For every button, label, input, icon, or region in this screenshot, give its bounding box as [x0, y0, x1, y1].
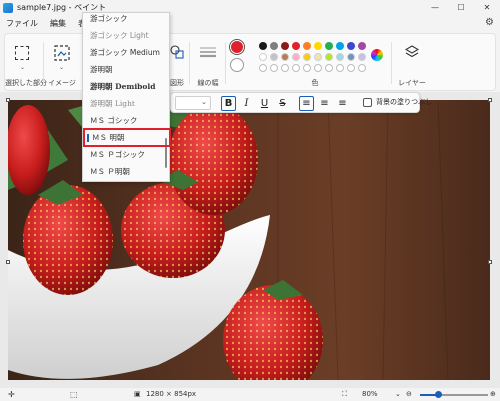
custom-color-slot[interactable] [325, 64, 333, 72]
paint-app-icon [3, 2, 13, 13]
status-bar: ✛ ⬚ ▣ 1280 × 854px ⛶ 80% ⌄ ⊖ ⊕ [0, 388, 500, 401]
colors-group: 色 [227, 34, 387, 92]
layers-group[interactable]: レイヤー [397, 34, 427, 92]
layers-icon [405, 45, 419, 58]
primary-color-swatch[interactable] [230, 40, 244, 54]
selection-size-icon: ⬚ [70, 390, 78, 399]
secondary-color-swatch[interactable] [230, 58, 244, 72]
underline-button[interactable]: U [257, 96, 272, 111]
bold-button[interactable]: B [221, 96, 236, 111]
chevron-down-icon: ⌄ [59, 64, 65, 71]
color-swatch[interactable] [336, 53, 344, 61]
color-swatch[interactable] [314, 53, 322, 61]
resize-handle[interactable] [6, 260, 10, 264]
resize-handle[interactable] [488, 98, 492, 102]
chevron-down-icon: ⌄ [20, 64, 26, 71]
gear-icon[interactable]: ⚙ [485, 17, 494, 28]
custom-color-slot[interactable] [303, 64, 311, 72]
resize-handle[interactable] [488, 260, 492, 264]
color-swatch[interactable] [292, 42, 300, 50]
font-option[interactable]: ＭＳ Ｐ明朝 [83, 162, 171, 181]
window-controls: — ☐ ✕ [422, 0, 500, 15]
image-group[interactable]: ⌄ イメージ [47, 34, 77, 92]
custom-color-slot[interactable] [281, 64, 289, 72]
image-size-icon: ▣ [134, 390, 141, 398]
color-swatch[interactable] [358, 42, 366, 50]
color-swatch[interactable] [303, 53, 311, 61]
zoom-out-icon[interactable]: ⊖ [406, 390, 412, 398]
chevron-down-icon: ⌄ [201, 98, 207, 106]
zoom-level[interactable]: 80% [362, 390, 378, 398]
zoom-slider-thumb[interactable] [435, 391, 443, 398]
zoom-in-icon[interactable]: ⊕ [490, 390, 496, 398]
color-swatch[interactable] [281, 53, 289, 61]
color-swatch[interactable] [347, 53, 355, 61]
color-swatch[interactable] [303, 42, 311, 50]
layers-label: レイヤー [398, 79, 426, 87]
custom-color-slot[interactable] [292, 64, 300, 72]
menu-file[interactable]: ファイル [0, 18, 44, 29]
image-label: イメージ [48, 79, 76, 87]
title-bar: sample7.jpg - ペイント — ☐ ✕ [0, 0, 500, 15]
custom-color-slot[interactable] [314, 64, 322, 72]
color-swatch[interactable] [292, 53, 300, 61]
size-group[interactable]: 線の幅 [193, 34, 223, 92]
strikethrough-button[interactable]: S [275, 96, 290, 111]
rectangle-select-icon [15, 46, 29, 60]
color-swatch[interactable] [270, 42, 278, 50]
fit-to-window-icon[interactable]: ⛶ [342, 390, 347, 399]
color-swatch[interactable] [325, 53, 333, 61]
shapes-icon [170, 45, 184, 59]
strawberries-image [8, 100, 449, 380]
color-swatch[interactable] [358, 53, 366, 61]
align-center-button[interactable]: ≡ [317, 96, 332, 111]
custom-color-slot[interactable] [358, 64, 366, 72]
resize-handle[interactable] [6, 98, 10, 102]
menu-edit[interactable]: 編集 [44, 18, 72, 29]
fill-background-checkbox[interactable] [363, 98, 372, 107]
font-size-select[interactable]: ⌄ [175, 96, 211, 110]
image-icon [54, 45, 70, 61]
fill-background-label: 背景の塗りつぶし [376, 98, 433, 106]
chevron-down-icon[interactable]: ⌄ [395, 390, 401, 398]
colors-label: 色 [311, 79, 319, 87]
maximize-button[interactable]: ☐ [448, 0, 474, 15]
custom-color-slot[interactable] [347, 64, 355, 72]
image-dimensions: 1280 × 854px [146, 390, 197, 398]
color-swatch[interactable] [347, 42, 355, 50]
custom-color-slot[interactable] [270, 64, 278, 72]
color-swatch[interactable] [259, 42, 267, 50]
custom-color-slot[interactable] [259, 64, 267, 72]
canvas-area[interactable] [0, 92, 500, 388]
color-swatch[interactable] [270, 53, 278, 61]
zoom-slider[interactable] [420, 391, 488, 398]
selection-group[interactable]: ⌄ 選択した部分 [5, 34, 47, 92]
align-left-button[interactable]: ≡ [299, 96, 314, 111]
italic-button[interactable]: I [239, 96, 254, 111]
menu-bar: ファイル 編集 表示 ⚙ [0, 15, 500, 31]
color-swatch[interactable] [314, 42, 322, 50]
custom-color-slot[interactable] [336, 64, 344, 72]
color-swatch[interactable] [336, 42, 344, 50]
minimize-button[interactable]: — [422, 0, 448, 15]
line-width-icon [200, 47, 216, 58]
strawberry-photo[interactable] [8, 100, 490, 380]
ribbon-toolbar: ⌄ 選択した部分 ⌄ イメージ 図形 線の幅 色 レイヤー [4, 33, 496, 91]
edit-colors-icon[interactable] [371, 49, 383, 61]
color-swatch[interactable] [325, 42, 333, 50]
color-swatch[interactable] [259, 53, 267, 61]
close-button[interactable]: ✕ [474, 0, 500, 15]
font-family-dropdown[interactable]: 游ゴシック 游ゴシック Light 游ゴシック Medium 游明朝 游明朝 Demib… [82, 12, 171, 182]
text-format-toolbar: ⌄ B I U S ≡ ≡ ≡ 背景の塗りつぶし [170, 92, 432, 113]
align-right-button[interactable]: ≡ [335, 96, 350, 111]
cursor-position-icon: ✛ [8, 390, 15, 399]
size-label: 線の幅 [197, 79, 219, 87]
selection-label: 選択した部分 [5, 79, 47, 87]
color-swatch[interactable] [281, 42, 289, 50]
